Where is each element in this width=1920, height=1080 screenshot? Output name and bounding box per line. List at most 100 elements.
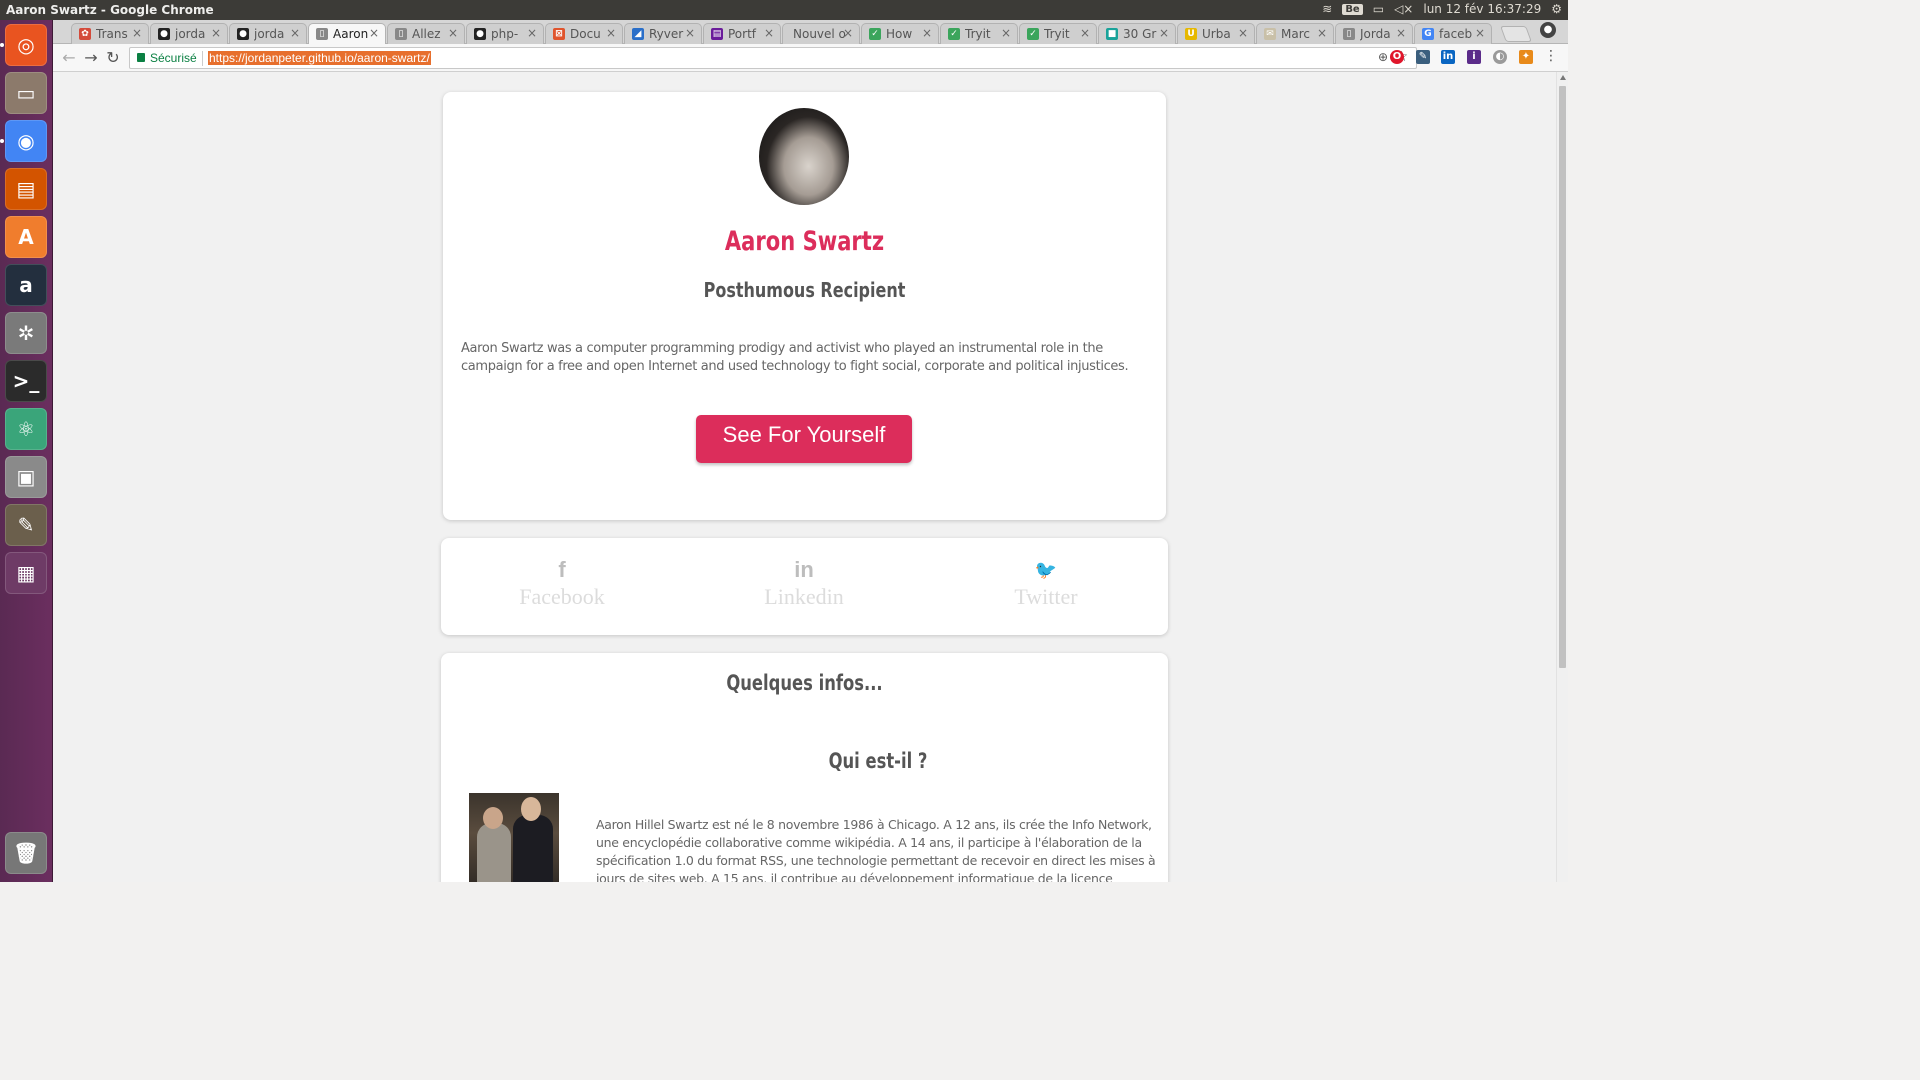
facebook-label: Facebook <box>519 584 605 609</box>
zoom-icon[interactable]: ⊕ <box>1378 50 1388 64</box>
tab-close-icon[interactable]: × <box>132 26 142 40</box>
tab-close-icon[interactable]: × <box>1238 26 1248 40</box>
browser-tab[interactable]: ✓ Tryit × <box>1019 23 1097 44</box>
url-text[interactable]: https://jordanpeter.github.io/aaron-swar… <box>208 51 431 65</box>
unity-launcher: ◎ ▭ ◉ ▤ Aa ✲ >_ ⚛ ▣ ✎ ▦ 🗑 <box>0 20 53 882</box>
tab-title: Trans <box>96 27 128 41</box>
running-app-indicator <box>0 139 4 143</box>
impress-icon[interactable]: ▤ <box>5 168 47 210</box>
tab-close-icon[interactable]: × <box>843 26 853 40</box>
info-extension-icon[interactable]: i <box>1467 50 1481 64</box>
gimp-icon[interactable]: ✎ <box>5 504 47 546</box>
gray-extension-icon[interactable]: ◐ <box>1493 50 1507 64</box>
lock-icon[interactable] <box>137 53 145 62</box>
profile-icon[interactable]: ● <box>1540 22 1556 38</box>
running-app-indicator <box>0 43 4 47</box>
trash-icon[interactable]: 🗑 <box>5 832 47 874</box>
tab-close-icon[interactable]: × <box>290 26 300 40</box>
clock[interactable]: lun 12 fév 16:37:29 <box>1423 2 1541 16</box>
twitter-label: Twitter <box>1014 584 1078 609</box>
tab-favicon-icon: ⊠ <box>553 28 565 40</box>
tab-close-icon[interactable]: × <box>1396 26 1406 40</box>
scrollbar-thumb[interactable] <box>1559 86 1566 668</box>
session-gear-icon[interactable]: ⚙ <box>1551 2 1562 16</box>
browser-tab[interactable]: ✓ How × <box>861 23 939 44</box>
tab-close-icon[interactable]: × <box>922 26 932 40</box>
browser-tab[interactable]: ▯ Allez × <box>387 23 465 44</box>
colorpicker-extension-icon[interactable]: ✎ <box>1416 50 1430 64</box>
browser-tab[interactable]: ● jorda × <box>150 23 228 44</box>
info-card: Quelques infos... Qui est-il ? Aaron Hil… <box>441 653 1168 882</box>
profile-role: Posthumous Recipient <box>703 278 906 302</box>
chrome-toolbar: ← → ↻ Sécurisé https://jordanpeter.githu… <box>53 44 1568 72</box>
tab-close-icon[interactable]: × <box>369 26 379 40</box>
new-tab-button[interactable] <box>1500 26 1532 42</box>
secure-label[interactable]: Sécurisé <box>150 51 197 65</box>
fox-extension-icon[interactable]: ✦ <box>1519 50 1533 64</box>
twitter-link[interactable]: 🐦 Twitter <box>946 558 1146 610</box>
page-scrollbar[interactable] <box>1556 72 1568 882</box>
browser-tab[interactable]: ✓ Tryit × <box>940 23 1018 44</box>
linkedin-extension-icon[interactable]: in <box>1441 50 1455 64</box>
profile-card: Aaron Swartz Posthumous Recipient Aaron … <box>443 92 1166 520</box>
forward-arrow-icon[interactable]: → <box>81 48 101 68</box>
browser-tab[interactable]: ■ 30 Gr × <box>1098 23 1176 44</box>
chrome-menu-icon[interactable]: ⋮ <box>1544 48 1558 64</box>
volume-muted-icon[interactable]: ◁× <box>1394 2 1413 16</box>
wifi-icon[interactable]: ≋ <box>1322 2 1332 16</box>
browser-tab[interactable]: ⊠ Docu × <box>545 23 623 44</box>
tab-favicon-icon: ◢ <box>632 28 644 40</box>
chrome-icon[interactable]: ◉ <box>5 120 47 162</box>
tab-close-icon[interactable]: × <box>1080 26 1090 40</box>
keyboard-layout-indicator[interactable]: Be <box>1342 3 1363 15</box>
tab-close-icon[interactable]: × <box>1317 26 1327 40</box>
atom-icon[interactable]: ⚛ <box>5 408 47 450</box>
tab-close-icon[interactable]: × <box>448 26 458 40</box>
tab-close-icon[interactable]: × <box>527 26 537 40</box>
browser-tab[interactable]: ◢ Ryver × <box>624 23 702 44</box>
tab-favicon-icon: ▯ <box>316 28 328 40</box>
browser-tab[interactable]: ▯ Aaron × <box>308 23 386 44</box>
tab-close-icon[interactable]: × <box>1001 26 1011 40</box>
tab-title: Nouvel o <box>793 27 846 41</box>
browser-tab[interactable]: U Urba × <box>1177 23 1255 44</box>
software-center-icon[interactable]: A <box>5 216 47 258</box>
browser-tab[interactable]: ✿ Trans × <box>71 23 149 44</box>
files-icon[interactable]: ▭ <box>5 72 47 114</box>
linkedin-icon: in <box>794 557 814 582</box>
browser-tab[interactable]: Nouvel o × <box>782 23 860 44</box>
battery-icon[interactable]: ▭ <box>1373 2 1384 16</box>
settings-icon[interactable]: ✲ <box>5 312 47 354</box>
tab-close-icon[interactable]: × <box>211 26 221 40</box>
amazon-icon[interactable]: a <box>5 264 47 306</box>
scanner-icon[interactable]: ▣ <box>5 456 47 498</box>
tab-close-icon[interactable]: × <box>606 26 616 40</box>
tab-title: php- <box>491 27 519 41</box>
ubuntu-dash-icon[interactable]: ◎ <box>5 24 47 66</box>
browser-tab[interactable]: ▤ Portf × <box>703 23 781 44</box>
tab-title: Tryit <box>965 27 991 41</box>
facebook-link[interactable]: f Facebook <box>462 558 662 610</box>
workspace-icon[interactable]: ▦ <box>5 552 47 594</box>
reload-icon[interactable]: ↻ <box>103 48 123 68</box>
scroll-up-arrow-icon[interactable] <box>1560 75 1566 80</box>
terminal-icon[interactable]: >_ <box>5 360 47 402</box>
browser-tab[interactable]: ● php- × <box>466 23 544 44</box>
facebook-icon: f <box>558 557 566 582</box>
tab-close-icon[interactable]: × <box>764 26 774 40</box>
see-for-yourself-button[interactable]: See For Yourself <box>696 415 912 463</box>
tab-close-icon[interactable]: × <box>1159 26 1169 40</box>
tab-close-icon[interactable]: × <box>1475 26 1485 40</box>
linkedin-link[interactable]: in Linkedin <box>704 558 904 610</box>
profile-bio: Aaron Swartz was a computer programming … <box>461 341 1129 374</box>
browser-tab[interactable]: ● jorda × <box>229 23 307 44</box>
tab-favicon-icon: ✓ <box>948 28 960 40</box>
tab-close-icon[interactable]: × <box>685 26 695 40</box>
browser-tab[interactable]: Gfaceb × <box>1414 23 1492 44</box>
back-arrow-icon[interactable]: ← <box>59 48 79 68</box>
browser-tab[interactable]: ✉ Marc × <box>1256 23 1334 44</box>
address-bar[interactable]: Sécurisé https://jordanpeter.github.io/a… <box>129 47 1417 69</box>
system-indicators: ≋ Be ▭ ◁× lun 12 fév 16:37:29 ⚙ <box>1322 2 1562 16</box>
opera-extension-icon[interactable]: O <box>1390 50 1404 64</box>
browser-tab[interactable]: ▯ Jorda × <box>1335 23 1413 44</box>
